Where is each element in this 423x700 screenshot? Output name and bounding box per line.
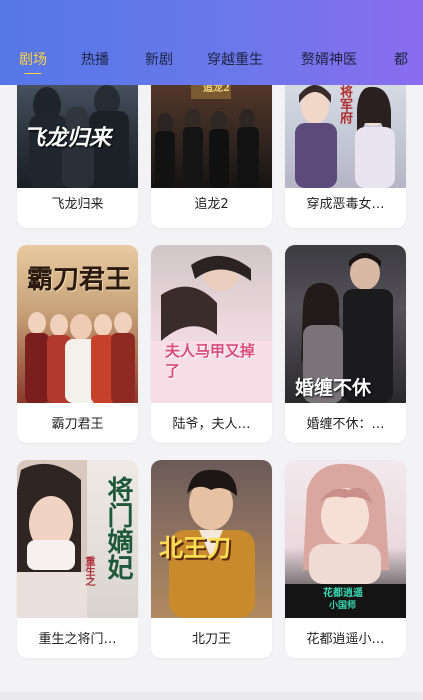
- category-tabs: 剧场 热播 新剧 穿越重生 赘婿神医 都: [0, 44, 423, 74]
- tab-hot[interactable]: 热播: [81, 49, 109, 69]
- poster-title-text: 北王刀: [159, 533, 231, 562]
- drama-card[interactable]: 霸刀君王 霸刀君王: [17, 245, 138, 443]
- drama-card[interactable]: 花都逍遥 小国师 花都逍遥小…: [285, 460, 406, 658]
- drama-title: 霸刀君王: [51, 417, 104, 432]
- tab-time-travel[interactable]: 穿越重生: [207, 49, 263, 69]
- drama-poster: 将军府: [285, 85, 406, 188]
- drama-title: 穿成恶毒女…: [306, 197, 385, 212]
- drama-poster: 霸刀君王: [17, 245, 138, 403]
- drama-card[interactable]: 重生之 将门嫡妃 重生之将门…: [17, 460, 138, 658]
- poster-title-text: 夫人马甲又掉了: [165, 342, 256, 380]
- poster-figures: [155, 85, 259, 188]
- drama-poster: 追龙2: [151, 85, 272, 188]
- drama-grid: 飞龙归来 飞龙归来 追龙2 追龙2 将军府 穿成恶毒女… 霸刀君王 霸刀君王 夫…: [0, 85, 423, 700]
- drama-card[interactable]: 飞龙归来 飞龙归来: [17, 85, 138, 228]
- poster-title-text: 婚缠不休: [295, 377, 372, 399]
- tab-urban[interactable]: 都: [394, 49, 408, 69]
- drama-poster: 婚缠不休: [285, 245, 406, 403]
- drama-poster: 花都逍遥 小国师: [285, 460, 406, 618]
- drama-title: 飞龙归来: [51, 197, 104, 212]
- drama-title: 北刀王: [191, 632, 231, 647]
- bottom-bar: [0, 692, 423, 700]
- drama-title: 花都逍遥小…: [306, 632, 385, 647]
- drama-title: 陆爷，夫人…: [172, 417, 251, 432]
- drama-poster: 北王刀: [151, 460, 272, 618]
- poster-subtitle-text: 重生之: [83, 556, 94, 586]
- poster-title-text: 追龙2: [203, 85, 230, 94]
- drama-card[interactable]: 夫人马甲又掉了 陆爷，夫人…: [151, 245, 272, 443]
- poster-title-text: 将军府: [337, 85, 352, 124]
- tab-new[interactable]: 新剧: [145, 49, 173, 69]
- drama-poster: 重生之 将门嫡妃: [17, 460, 138, 618]
- drama-poster: 飞龙归来: [17, 85, 138, 188]
- poster-title-text: 霸刀君王: [27, 265, 132, 295]
- poster-subtitle-text: 小国师: [329, 601, 357, 611]
- poster-title-text: 将门嫡妃: [103, 476, 133, 580]
- drama-title: 重生之将门…: [38, 632, 117, 647]
- drama-card[interactable]: 追龙2 追龙2: [151, 85, 272, 228]
- drama-card[interactable]: 将军府 穿成恶毒女…: [285, 85, 406, 228]
- top-header: 剧场 热播 新剧 穿越重生 赘婿神医 都: [0, 0, 423, 85]
- poster-title-text: 花都逍遥: [323, 588, 363, 599]
- drama-poster: 夫人马甲又掉了: [151, 245, 272, 403]
- tab-theater[interactable]: 剧场: [19, 49, 47, 69]
- poster-title-text: 飞龙归来: [23, 125, 112, 151]
- drama-title: 追龙2: [194, 197, 229, 212]
- tab-son-in-law[interactable]: 赘婿神医: [301, 49, 357, 69]
- drama-title: 婚缠不休：…: [306, 417, 385, 432]
- drama-card[interactable]: 婚缠不休 婚缠不休：…: [285, 245, 406, 443]
- drama-card[interactable]: 北王刀 北刀王: [151, 460, 272, 658]
